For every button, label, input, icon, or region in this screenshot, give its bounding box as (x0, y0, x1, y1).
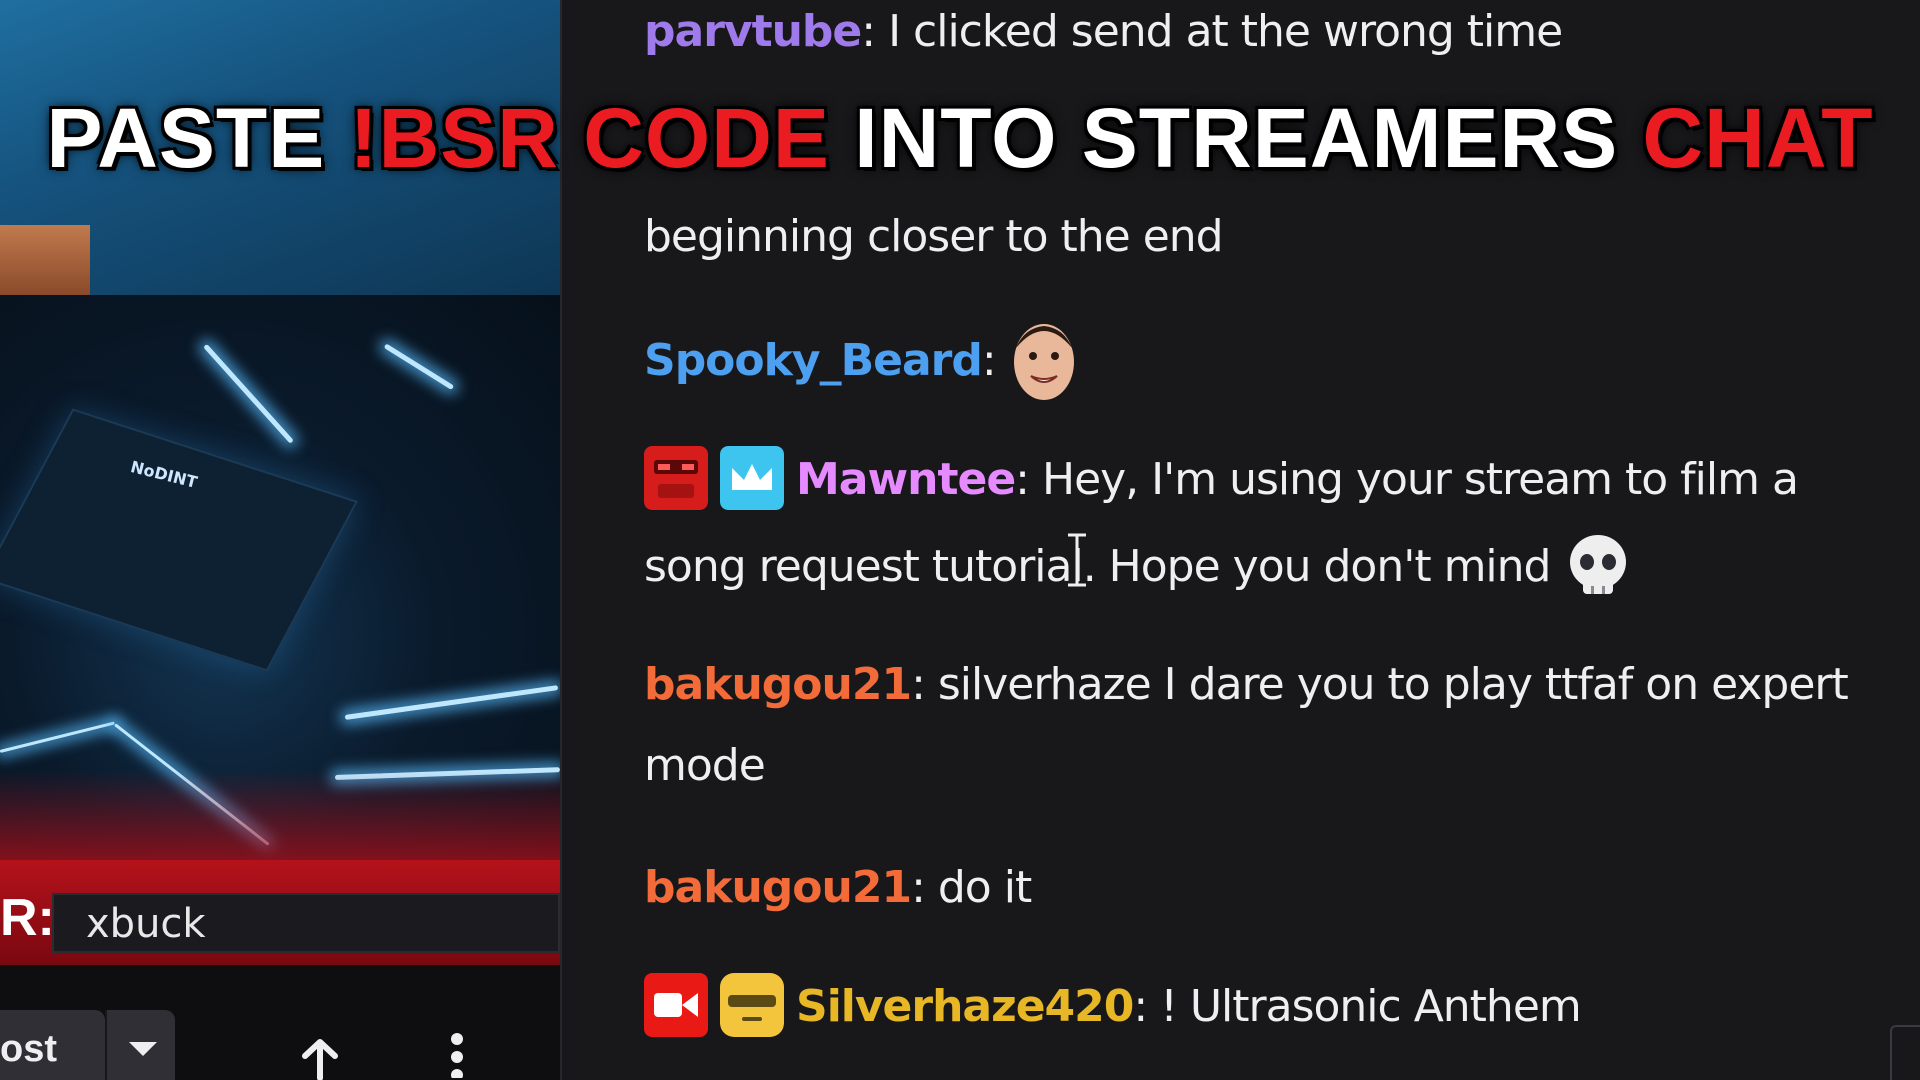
webcam-wall (0, 225, 90, 295)
chat-message: Spooky_Beard: (644, 318, 1884, 408)
chat-text: beginning closer to the end (644, 211, 1224, 262)
crown-badge[interactable] (720, 446, 784, 510)
chat-message: bakugou21: silverhaze I dare you to play… (644, 643, 1884, 727)
requester-name: xbuck (86, 901, 206, 947)
chat-username[interactable]: bakugou21 (644, 659, 912, 710)
chat-username[interactable]: Silverhaze420 (796, 981, 1134, 1032)
chat-text: mode (644, 740, 766, 791)
laser-light (344, 685, 559, 720)
chat-separator: : (911, 659, 926, 710)
chat-message: bakugou21: do it (644, 846, 1884, 930)
sunglasses-badge[interactable] (720, 973, 784, 1037)
share-icon[interactable] (295, 1038, 345, 1080)
chat-message: Mawntee: Hey, I'm using your stream to f… (644, 438, 1884, 522)
request-label: R: (0, 889, 55, 947)
chat-scrollbar[interactable] (1890, 1025, 1920, 1080)
video-overlay-title: PASTE !BSR CODE INTO STREAMERS CHAT (0, 90, 1920, 187)
broadcaster-badge[interactable] (644, 973, 708, 1037)
chat-separator: : (911, 862, 926, 913)
laser-light (383, 343, 455, 391)
chat-separator: : (1015, 454, 1030, 505)
overlay-title-part: INTO STREAMERS (829, 91, 1643, 185)
player-controls: ost (0, 965, 560, 1080)
chat-username[interactable]: Mawntee (796, 454, 1016, 505)
overlay-title-highlight: CHAT (1642, 91, 1874, 185)
chat-separator: : (1133, 981, 1148, 1032)
boost-button[interactable]: ost (0, 1010, 105, 1080)
chat-message-continuation: mode (644, 724, 1884, 808)
overlay-title-highlight: !BSR CODE (349, 91, 830, 185)
chat-separator: : (981, 335, 997, 386)
chat-message-continuation: song request tutorial. Hope you don't mi… (644, 525, 1884, 609)
game-scene: NoDINT (0, 295, 560, 860)
face-emote (1013, 324, 1074, 400)
boost-button-label: ost (0, 1028, 57, 1070)
chat-text: I clicked send at the wrong time (875, 6, 1563, 57)
requester-field: xbuck (52, 893, 560, 953)
boost-dropdown-button[interactable] (105, 1010, 175, 1080)
note-block (0, 408, 358, 672)
red-robot-badge[interactable] (644, 446, 708, 510)
chat-text: do it (924, 862, 1032, 913)
chat-separator: : (861, 6, 876, 57)
chat-message: beginning closer to the end (644, 195, 1884, 279)
chat-text: ! Ultrasonic Anthem (1147, 981, 1582, 1032)
chat-username[interactable]: parvtube (644, 6, 862, 57)
chat-username[interactable]: Spooky_Beard (644, 335, 983, 386)
chat-text: song request tutorial. Hope you don't mi… (644, 541, 1551, 592)
chat-username[interactable]: bakugou21 (644, 862, 912, 913)
chat-message: parvtube: I clicked send at the wrong ti… (644, 0, 1884, 74)
skull-emote (1570, 535, 1627, 594)
chat-text: Hey, I'm using your stream to film a (1029, 454, 1799, 505)
laser-light (203, 343, 294, 444)
laser-light (0, 721, 115, 753)
chevron-down-icon (129, 1042, 157, 1056)
chat-text: silverhaze I dare you to play ttfaf on e… (924, 659, 1849, 710)
more-vertical-icon[interactable] (445, 1033, 469, 1078)
text-cursor-icon (1068, 533, 1086, 587)
red-floor-glow (0, 770, 560, 860)
chat-message: Silverhaze420: ! Ultrasonic Anthem (644, 965, 1884, 1049)
overlay-title-part: PASTE (46, 91, 350, 185)
